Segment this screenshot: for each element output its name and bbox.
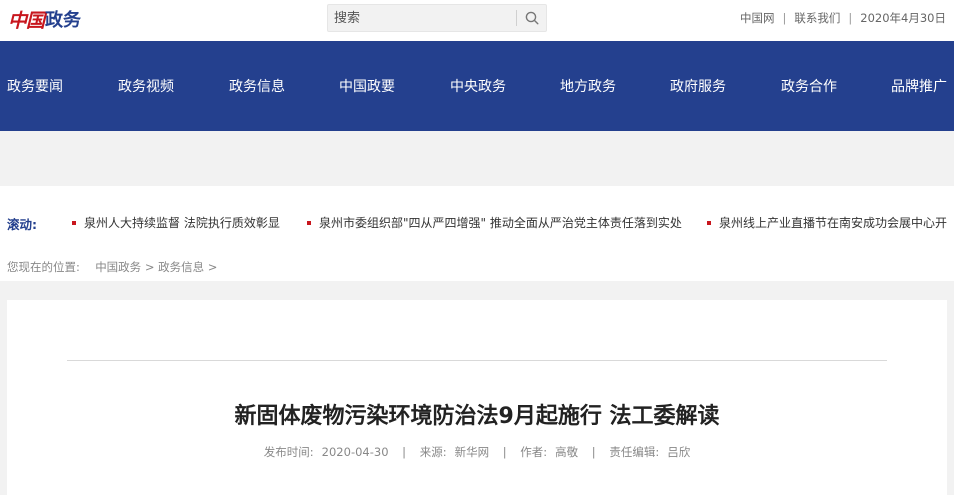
editor-value: 吕欣 — [667, 445, 691, 459]
banner-area — [0, 131, 954, 186]
search-button[interactable] — [517, 5, 547, 31]
source-value: 新华网 — [454, 445, 490, 459]
main-nav: 政务要闻 政务视频 政务信息 中国政要 中央政务 地方政务 政府服务 政务合作 … — [0, 41, 954, 131]
divider-line — [67, 360, 887, 361]
nav-item-news[interactable]: 政务要闻 — [7, 76, 63, 96]
link-china-net[interactable]: 中国网 — [740, 10, 775, 26]
divider: | — [402, 445, 407, 459]
nav-item-branding[interactable]: 品牌推广 — [891, 76, 947, 96]
breadcrumb-item-home[interactable]: 中国政务 > — [95, 260, 154, 274]
news-ticker: 滚动: 泉州人大持续监督 法院执行质效彰显 泉州市委组织部"四从严四增强" 推动… — [0, 186, 954, 256]
ticker-item[interactable]: 泉州人大持续监督 法院执行质效彰显 — [72, 214, 280, 231]
divider: | — [848, 11, 853, 25]
ticker-item[interactable]: 泉州市委组织部"四从严四增强" 推动全面从严治党主体责任落到实处 — [307, 214, 682, 231]
site-logo[interactable]: 中国 政务 — [8, 6, 81, 32]
bullet-icon — [72, 220, 76, 225]
breadcrumb-item-info[interactable]: 政务信息 > — [158, 260, 217, 274]
nav-item-leaders[interactable]: 中国政要 — [339, 76, 395, 96]
current-date: 2020年4月30日 — [860, 11, 946, 25]
divider: | — [782, 11, 787, 25]
nav-item-info[interactable]: 政务信息 — [229, 76, 285, 96]
nav-item-central[interactable]: 中央政务 — [450, 76, 506, 96]
author-value: 高敬 — [555, 445, 579, 459]
bullet-icon — [307, 220, 311, 225]
search-box — [327, 4, 547, 32]
breadcrumb-prefix: 您现在的位置: — [7, 260, 80, 274]
article-card: 新固体废物污染环境防治法9月起施行 法工委解读 发布时间: 2020-04-30 … — [7, 300, 947, 495]
logo-gov-text: 政务 — [45, 10, 82, 31]
divider: | — [591, 445, 596, 459]
nav-item-cooperation[interactable]: 政务合作 — [781, 76, 837, 96]
ticker-item-text: 泉州市委组织部"四从严四增强" 推动全面从严治党主体责任落到实处 — [319, 216, 682, 230]
nav-item-video[interactable]: 政务视频 — [118, 76, 174, 96]
link-contact-us[interactable]: 联系我们 — [794, 10, 840, 26]
search-input[interactable] — [328, 5, 514, 31]
nav-item-services[interactable]: 政府服务 — [670, 76, 726, 96]
editor-label: 责任编辑: — [609, 445, 660, 459]
published-label: 发布时间: — [263, 445, 314, 459]
source-label: 来源: — [419, 445, 447, 459]
published-value: 2020-04-30 — [321, 445, 389, 459]
logo-china-text: 中国 — [8, 9, 45, 32]
bullet-icon — [707, 220, 711, 225]
author-label: 作者: — [520, 445, 548, 459]
site-header: 中国 政务 中国网 | 联系我们 | 2020年4月30日 — [0, 0, 954, 40]
ticker-label: 滚动: — [7, 217, 37, 232]
ticker-item-text: 泉州人大持续监督 法院执行质效彰显 — [84, 216, 280, 230]
article-meta: 发布时间: 2020-04-30 | 来源: 新华网 | 作者: 高敬 | 责任编辑:… — [7, 444, 947, 460]
ticker-item[interactable]: 泉州线上产业直播节在南安成功会展中心开 — [707, 214, 947, 231]
nav-item-local[interactable]: 地方政务 — [560, 76, 616, 96]
article-title: 新固体废物污染环境防治法9月起施行 法工委解读 — [234, 404, 720, 429]
breadcrumb: 您现在的位置: 中国政务 > 政务信息 > — [7, 259, 217, 275]
search-icon — [525, 11, 539, 25]
divider: | — [502, 445, 507, 459]
ticker-item-text: 泉州线上产业直播节在南安成功会展中心开 — [719, 216, 948, 230]
top-links: 中国网 | 联系我们 | 2020年4月30日 — [740, 10, 946, 26]
